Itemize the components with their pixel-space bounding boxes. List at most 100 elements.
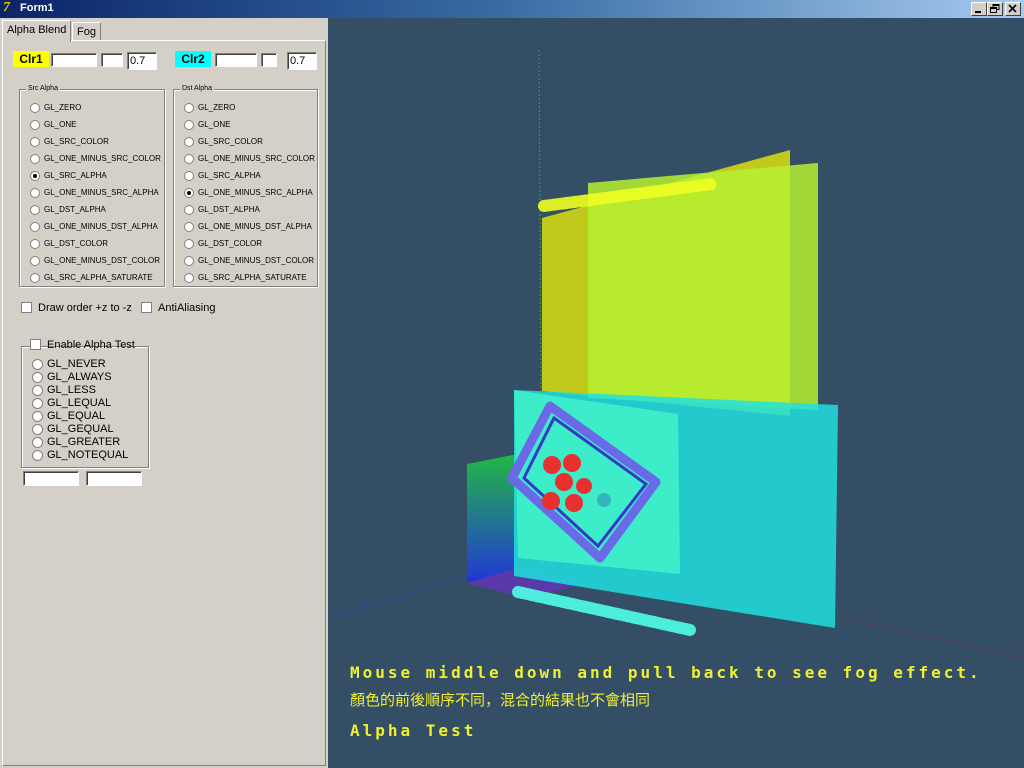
radio-button[interactable] <box>184 205 194 215</box>
radio-button[interactable] <box>32 424 43 435</box>
restore-icon <box>990 4 1000 13</box>
radio-button[interactable] <box>32 437 43 448</box>
radio-button[interactable] <box>32 450 43 461</box>
radio-button[interactable] <box>32 411 43 422</box>
opengl-viewport[interactable]: Mouse middle down and pull back to see f… <box>328 18 1024 768</box>
clr1-swatch[interactable] <box>101 53 123 67</box>
radio-button[interactable] <box>30 103 40 113</box>
radio-label: GL_ONE_MINUS_SRC_COLOR <box>44 154 161 163</box>
radio-button[interactable] <box>32 359 43 370</box>
alpha-blend-page: Clr1 0.7 Clr2 0.7 Src Alpha GL_ZERO GL_ON… <box>2 40 326 766</box>
radio-button[interactable] <box>184 120 194 130</box>
radio-label: GL_ZERO <box>44 103 82 112</box>
radio-button[interactable] <box>30 239 40 249</box>
radio-label: GL_ALWAYS <box>47 371 112 383</box>
radio-label: GL_SRC_COLOR <box>44 137 109 146</box>
radio-label: GL_DST_COLOR <box>198 239 263 248</box>
radio-label: GL_DST_ALPHA <box>44 205 106 214</box>
radio-label: GL_ONE <box>198 120 231 129</box>
radio-label: GL_SRC_ALPHA_SATURATE <box>44 273 153 282</box>
minimize-icon <box>975 11 981 13</box>
radio-label: GL_ONE_MINUS_DST_ALPHA <box>44 222 158 231</box>
restore-button[interactable] <box>987 2 1003 16</box>
radio-label: GL_ZERO <box>198 103 236 112</box>
minimize-button[interactable] <box>971 2 987 16</box>
radio-label: GL_LEQUAL <box>47 397 112 409</box>
radio-label: GL_SRC_ALPHA_SATURATE <box>198 273 307 282</box>
radio-button[interactable] <box>184 273 194 283</box>
z-axis-line <box>333 569 489 617</box>
radio-button[interactable] <box>184 239 194 249</box>
radio-button[interactable] <box>184 137 194 147</box>
radio-label: GL_ONE <box>44 120 77 129</box>
control-panel: Alpha Blend Fog Clr1 0.7 Clr2 0.7 Src Al… <box>0 18 328 768</box>
dst-alpha-title: Dst Alpha <box>180 84 214 94</box>
radio-label: GL_ONE_MINUS_DST_COLOR <box>198 256 315 265</box>
radio-button[interactable] <box>30 256 40 266</box>
radio-button[interactable] <box>30 171 40 181</box>
radio-button[interactable] <box>184 256 194 266</box>
radio-button[interactable] <box>30 273 40 283</box>
radio-label: GL_EQUAL <box>47 410 106 422</box>
radio-label: GL_GEQUAL <box>47 423 114 435</box>
radio-button[interactable] <box>184 188 194 198</box>
radio-label: GL_GREATER <box>47 436 121 448</box>
clr2-label[interactable]: Clr2 <box>175 51 211 67</box>
tab-alpha-blend[interactable]: Alpha Blend <box>2 20 72 42</box>
alpha-test-text: Alpha Test <box>350 721 477 740</box>
alpha-test-value-1[interactable] <box>23 471 79 486</box>
enable-alpha-test-label: Enable Alpha Test <box>47 339 135 351</box>
tab-fog[interactable]: Fog <box>72 22 101 40</box>
radio-button[interactable] <box>30 137 40 147</box>
radio-label: GL_SRC_ALPHA <box>44 171 107 180</box>
radio-label: GL_SRC_COLOR <box>198 137 263 146</box>
radio-label: GL_NEVER <box>47 358 106 370</box>
fog-hint-text: Mouse middle down and pull back to see f… <box>350 663 982 682</box>
checkbox-box[interactable] <box>21 302 32 313</box>
radio-button[interactable] <box>184 222 194 232</box>
checkbox-box[interactable] <box>30 339 41 350</box>
radio-button[interactable] <box>30 222 40 232</box>
radio-label: GL_DST_ALPHA <box>198 205 260 214</box>
radio-button[interactable] <box>184 103 194 113</box>
radio-button[interactable] <box>30 205 40 215</box>
clr1-label[interactable]: Clr1 <box>13 51 49 67</box>
scene-3d[interactable] <box>328 18 1024 768</box>
radio-label: GL_ONE_MINUS_DST_COLOR <box>44 256 161 265</box>
clr1-color-box[interactable] <box>51 53 97 67</box>
window-title: Form1 <box>20 2 54 14</box>
alpha-test-group: Enable Alpha Test GL_NEVER GL_ALWAYS GL_LE… <box>21 338 149 468</box>
radio-label: GL_SRC_ALPHA <box>198 171 261 180</box>
radio-button[interactable] <box>32 372 43 383</box>
close-icon <box>1008 4 1017 13</box>
radio-button[interactable] <box>30 154 40 164</box>
radio-button[interactable] <box>30 120 40 130</box>
clr1-alpha-input[interactable]: 0.7 <box>127 52 157 70</box>
clr2-alpha-input[interactable]: 0.7 <box>287 52 317 70</box>
close-button[interactable] <box>1005 2 1021 16</box>
radio-button[interactable] <box>32 385 43 396</box>
radio-button[interactable] <box>184 154 194 164</box>
antialiasing-label: AntiAliasing <box>158 302 216 314</box>
radio-label: GL_ONE_MINUS_DST_ALPHA <box>198 222 312 231</box>
radio-button[interactable] <box>32 398 43 409</box>
draw-order-label: Draw order +z to -z <box>38 302 132 314</box>
radio-label: GL_ONE_MINUS_SRC_COLOR <box>198 154 315 163</box>
clr2-color-box[interactable] <box>215 53 257 67</box>
alpha-test-value-2[interactable] <box>86 471 142 486</box>
src-alpha-title: Src Alpha <box>26 84 60 94</box>
chinese-note-text: 顏色的前後順序不同，混合的結果也不會相同 <box>350 691 651 709</box>
radio-label: GL_DST_COLOR <box>44 239 109 248</box>
dst-alpha-group: Dst Alpha GL_ZERO GL_ONE GL_SRC_COLOR GL_ON… <box>173 84 318 287</box>
radio-label: GL_ONE_MINUS_SRC_ALPHA <box>44 188 159 197</box>
radio-label: GL_NOTEQUAL <box>47 449 129 461</box>
clr2-swatch[interactable] <box>261 53 277 67</box>
delphi-icon[interactable]: 7 <box>3 0 10 16</box>
src-alpha-group: Src Alpha GL_ZERO GL_ONE GL_SRC_COLOR GL_ON… <box>19 84 165 287</box>
radio-button[interactable] <box>184 171 194 181</box>
radio-button[interactable] <box>30 188 40 198</box>
checkbox-box[interactable] <box>141 302 152 313</box>
radio-label: GL_ONE_MINUS_SRC_ALPHA <box>198 188 313 197</box>
enable-alpha-test-checkbox[interactable]: Enable Alpha Test <box>30 338 135 352</box>
title-bar[interactable]: 7 Form1 <box>0 0 1024 18</box>
